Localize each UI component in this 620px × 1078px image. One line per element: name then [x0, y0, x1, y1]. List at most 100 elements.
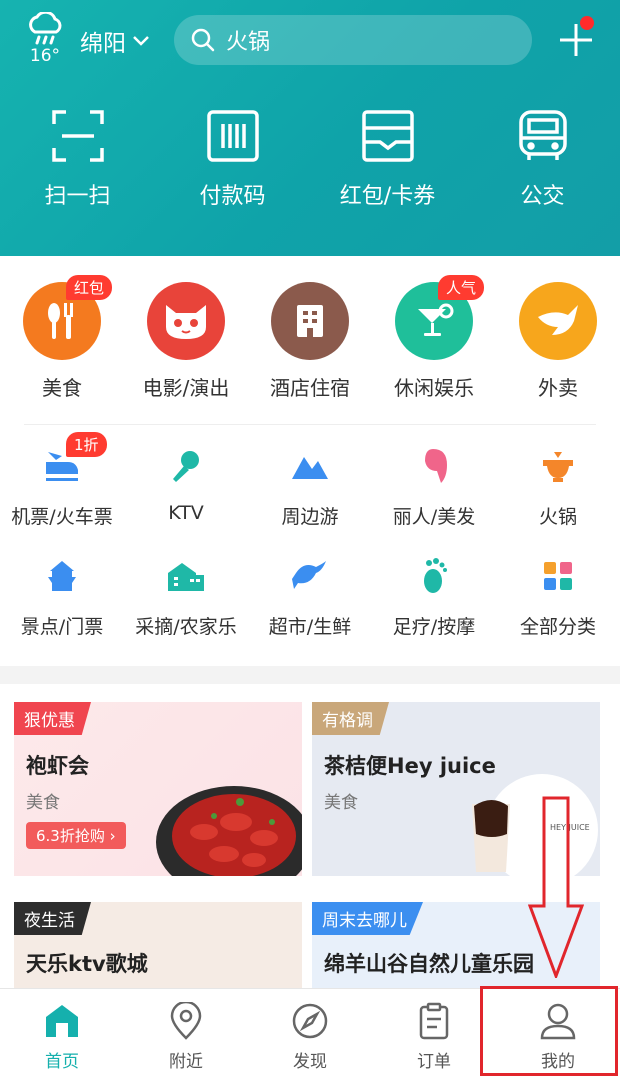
promo-title: 袍虾会 [26, 754, 89, 778]
category-label: 景点/门票 [20, 616, 104, 638]
promo-tag: 夜生活 [14, 902, 91, 935]
crayfish-image [156, 786, 302, 876]
promo-card[interactable]: 狠优惠 袍虾会 美食 6.3折抢购 › [14, 702, 302, 876]
tab-label: 附近 [169, 1052, 203, 1072]
badge: 红包 [66, 275, 113, 300]
delivery-icon [519, 282, 597, 360]
category-label: 外卖 [538, 376, 578, 400]
category-label: KTV [168, 502, 204, 524]
tab-home[interactable]: 首页 [0, 989, 124, 1078]
category-delivery[interactable]: 外卖 [496, 282, 620, 401]
badge: 1折 [66, 432, 107, 457]
farm-icon [168, 563, 204, 591]
quick-action-label: 红包/卡券 [339, 184, 436, 209]
tab-label: 发现 [293, 1052, 327, 1072]
quick-action-label: 公交 [520, 184, 565, 209]
quick-action-label: 付款码 [199, 184, 266, 209]
notification-dot [580, 16, 594, 30]
category-label: 机票/火车票 [11, 506, 113, 528]
quick-action-coupon[interactable]: 红包/卡券 [310, 108, 465, 210]
coupon-icon [361, 110, 414, 162]
quick-action-scan[interactable]: 扫一扫 [0, 108, 155, 210]
promo-title: 天乐ktv歌城 [26, 952, 148, 976]
promo-tag: 狠优惠 [14, 702, 91, 735]
search-icon [191, 28, 215, 52]
category-hotel[interactable]: 酒店住宿 [248, 282, 372, 401]
category-beauty[interactable]: 丽人/美发 [372, 444, 496, 529]
divider [24, 424, 596, 425]
bus-icon [518, 110, 567, 160]
category-nearby-trip[interactable]: 周边游 [248, 444, 372, 529]
fish-icon [292, 561, 326, 589]
promo-subtitle: 美食 [324, 793, 358, 813]
cat-icon [147, 282, 225, 360]
city-selector[interactable]: 绵阳 [80, 24, 150, 58]
footprint-icon [424, 558, 447, 593]
quick-action-paycode[interactable]: 付款码 [155, 108, 310, 210]
chevron-down-icon [133, 36, 149, 46]
tab-nearby[interactable]: 附近 [124, 989, 248, 1078]
pagoda-icon [48, 561, 76, 591]
deal-button[interactable]: 6.3折抢购 › [26, 822, 126, 849]
tab-label: 首页 [45, 1052, 79, 1072]
hotpot-icon [543, 452, 573, 482]
category-label: 电影/演出 [142, 376, 230, 400]
quick-actions: 扫一扫 付款码 红包/卡券 公交 [0, 108, 620, 210]
category-label: 超市/生鲜 [268, 616, 352, 638]
category-label: 足疗/按摩 [392, 616, 476, 638]
category-label: 酒店住宿 [270, 376, 350, 400]
home-icon [46, 1005, 78, 1037]
search-query: 火锅 [226, 30, 271, 55]
category-ktv[interactable]: KTV [124, 444, 248, 529]
category-hotpot[interactable]: 火锅 [496, 444, 620, 529]
promo-tag: 有格调 [312, 702, 389, 735]
scan-icon [51, 110, 104, 162]
category-leisure[interactable]: 人气 休闲娱乐 [372, 275, 496, 401]
city-name: 绵阳 [80, 31, 126, 57]
barcode-icon [206, 110, 259, 162]
promo-section: 狠优惠 袍虾会 美食 6.3折抢购 › 有格调 茶桔便Hey juice 美食 … [0, 684, 620, 1022]
category-label: 火锅 [538, 506, 577, 528]
annotation-highlight-box [480, 986, 618, 1076]
temperature: 16° [29, 46, 61, 66]
category-label: 美食 [42, 376, 82, 400]
category-farm[interactable]: 采摘/农家乐 [124, 554, 248, 639]
category-label: 丽人/美发 [392, 506, 476, 528]
promo-tag: 周末去哪儿 [312, 902, 423, 935]
promo-title: 绵羊山谷自然儿童乐园 [324, 952, 534, 976]
category-attractions[interactable]: 景点/门票 [0, 554, 124, 639]
category-massage[interactable]: 足疗/按摩 [372, 554, 496, 639]
microphone-icon [173, 451, 199, 482]
category-movie[interactable]: 电影/演出 [124, 282, 248, 401]
cloud-rain-icon [29, 12, 62, 45]
category-label: 周边游 [281, 506, 339, 528]
hotel-icon [271, 282, 349, 360]
clipboard-icon [419, 1002, 449, 1040]
category-tickets[interactable]: 1折 机票/火车票 [0, 432, 124, 529]
category-food[interactable]: 红包 美食 [0, 275, 124, 401]
promo-subtitle: 美食 [26, 793, 60, 813]
grid-icon [544, 562, 572, 590]
primary-categories: 红包 美食 电影/演出 酒店住宿 人气 休闲娱乐 外卖 [0, 275, 620, 401]
badge: 人气 [438, 275, 485, 300]
annotation-arrow-icon [528, 796, 584, 978]
category-all[interactable]: 全部分类 [496, 554, 620, 639]
quick-action-bus[interactable]: 公交 [465, 108, 620, 210]
secondary-categories: 1折 机票/火车票 KTV 周边游 丽人/美发 火锅 [0, 432, 620, 529]
category-label: 休闲娱乐 [394, 376, 474, 400]
category-label: 采摘/农家乐 [135, 616, 237, 638]
category-panel: 红包 美食 电影/演出 酒店住宿 人气 休闲娱乐 外卖 1折 机票/火车票 KT… [0, 256, 620, 666]
mountain-icon [292, 457, 328, 479]
search-bar[interactable]: 火锅 [174, 15, 532, 65]
weather-widget[interactable]: 16° [22, 12, 68, 66]
tab-discover[interactable]: 发现 [248, 989, 372, 1078]
location-icon [170, 1002, 202, 1040]
header: 16° 绵阳 火锅 扫一扫 付款码 红包/卡券 公交 [0, 0, 620, 256]
category-supermarket[interactable]: 超市/生鲜 [248, 554, 372, 639]
tertiary-categories: 景点/门票 采摘/农家乐 超市/生鲜 足疗/按摩 全部分类 [0, 554, 620, 639]
compass-icon [292, 1003, 328, 1039]
category-label: 全部分类 [519, 616, 596, 638]
tab-orders[interactable]: 订单 [372, 989, 496, 1078]
beauty-icon [425, 449, 447, 483]
tab-label: 订单 [417, 1052, 451, 1072]
